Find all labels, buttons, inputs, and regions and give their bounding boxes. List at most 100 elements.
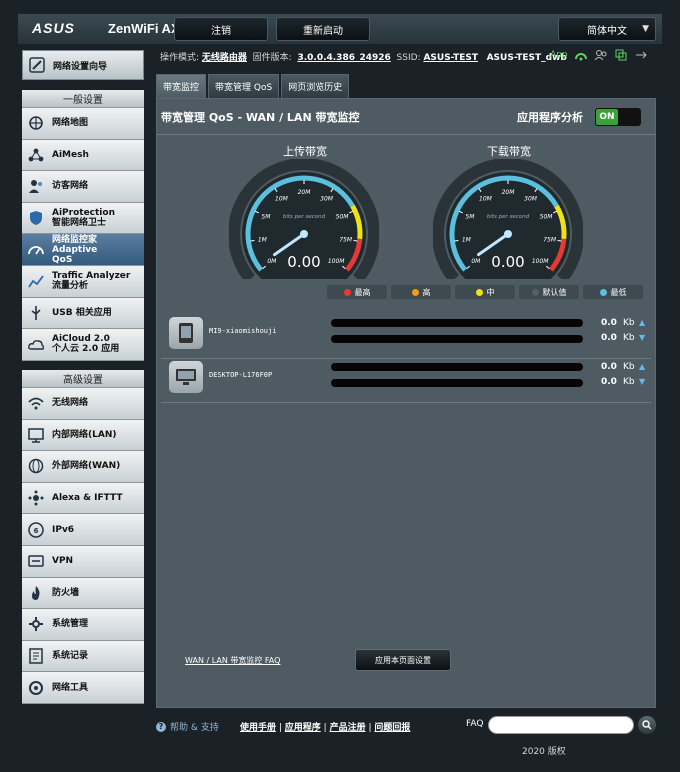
app-analysis-toggle[interactable]: ON: [595, 108, 641, 126]
download-rate: 0.0: [601, 333, 617, 343]
ssid-link-1[interactable]: ASUS-TEST: [423, 53, 478, 63]
upload-gauge-tick-label: 100M: [328, 258, 345, 265]
setup-wizard-item[interactable]: 网络设置向导: [22, 50, 144, 80]
manual-link[interactable]: 使用手册: [240, 723, 276, 733]
page-title: 带宽管理 QoS - WAN / LAN 带宽监控: [161, 111, 360, 124]
lan-icon: [26, 425, 46, 445]
advanced-item-label: 内部网络(LAN): [52, 429, 117, 440]
legend-label: 最低: [610, 287, 627, 297]
general-item-label: 网络监控家 Adaptive QoS: [52, 234, 98, 265]
upload-gauge-tick-mark: [250, 240, 255, 242]
advanced-item-7[interactable]: 系统管理: [22, 609, 144, 641]
mode-link[interactable]: 无线路由器: [202, 53, 247, 63]
upload-gauge: 0M 1M 5M 10M 20M 30M 50M 75M 100M bits per second…: [229, 159, 379, 279]
advanced-item-6[interactable]: 防火墙: [22, 577, 144, 610]
upload-unit: Kb: [623, 362, 635, 372]
advanced-item-8[interactable]: 系统记录: [22, 640, 144, 673]
ssid-label: SSID:: [396, 53, 421, 63]
shield-icon: [26, 208, 46, 228]
upload-gauge-tick-label: 1M: [258, 236, 268, 243]
upload-gauge-tick-label: 0M: [267, 258, 277, 265]
reboot-button[interactable]: 重新启动: [276, 17, 370, 41]
general-item-label: Traffic Analyzer 流量分析: [52, 271, 131, 292]
general-item-6[interactable]: USB 相关应用: [22, 297, 144, 330]
general-item-1[interactable]: AiMesh: [22, 139, 144, 172]
app-link-footer[interactable]: 应用程序: [285, 723, 321, 733]
general-settings-group: 一般设置 网络地图 AiMesh 访客网络 AiProtection 智能网络卫士 网络监…: [22, 90, 144, 361]
advanced-item-2[interactable]: 外部网络(WAN): [22, 451, 144, 483]
toggle-on-label: ON: [596, 109, 618, 125]
firmware-link[interactable]: 3.0.0.4.386_24926: [297, 53, 390, 63]
client-name: MI9-xiaomishouji: [209, 327, 277, 335]
general-item-5[interactable]: Traffic Analyzer 流量分析: [22, 265, 144, 298]
download-gauge-tick-mark: [557, 240, 562, 242]
register-link[interactable]: 产品注册: [330, 723, 366, 733]
download-gauge-tick-label: 1M: [462, 236, 472, 243]
general-item-0[interactable]: 网络地图: [22, 108, 144, 140]
legend-dot: [475, 288, 483, 296]
firewall-icon: [26, 583, 46, 603]
upload-gauge-tick-label: 50M: [336, 213, 350, 220]
monitor-icon[interactable]: [169, 361, 203, 393]
general-item-4[interactable]: 网络监控家 Adaptive QoS: [22, 234, 144, 266]
asus-logo: ASUS: [32, 20, 75, 36]
download-unit: Kb: [623, 377, 635, 387]
phone-icon[interactable]: [169, 317, 203, 349]
upload-gauge-tick-label: 20M: [298, 189, 312, 196]
legend-item-3: 默认值: [519, 285, 579, 299]
tab-bandwidth-monitor[interactable]: 带宽监控: [156, 74, 207, 98]
download-label: 下载带宽: [487, 145, 531, 158]
copy-icon[interactable]: [614, 49, 628, 61]
download-gauge-tick-label: 100M: [532, 258, 549, 265]
advanced-item-label: 无线网络: [52, 398, 89, 409]
download-bar: [331, 379, 583, 387]
speedometer-icon: [26, 240, 46, 260]
tab-web-history[interactable]: 网页浏览历史: [281, 74, 350, 98]
general-item-2[interactable]: 访客网络: [22, 171, 144, 203]
download-bar: [331, 335, 583, 343]
search-button[interactable]: [638, 716, 656, 734]
usb-status-icon[interactable]: [634, 49, 648, 61]
legend-label: 高: [422, 287, 431, 297]
network-map-icon: [26, 113, 46, 133]
advanced-item-label: 网络工具: [52, 682, 89, 693]
app-link[interactable]: App: [550, 50, 568, 60]
wizard-icon: [27, 55, 47, 75]
apply-button[interactable]: 应用本页面设置: [355, 649, 451, 671]
advanced-item-5[interactable]: VPN: [22, 545, 144, 578]
general-item-label: USB 相关应用: [52, 307, 112, 318]
footer-links: 使用手册 | 应用程序 | 产品注册 | 问题回报: [240, 723, 411, 733]
vpn-icon: [26, 551, 46, 571]
faq-link[interactable]: WAN / LAN 带宽监控 FAQ: [185, 655, 280, 666]
logout-button[interactable]: 注销: [174, 17, 268, 41]
general-item-label: 网络地图: [52, 118, 89, 129]
general-item-label: AiMesh: [52, 149, 89, 160]
internet-status-icon[interactable]: [574, 49, 588, 61]
download-rate: 0.0: [601, 377, 617, 387]
download-gauge-tick-label: 10M: [479, 196, 493, 203]
advanced-item-4[interactable]: 6 IPv6: [22, 514, 144, 546]
legend-item-2: 中: [455, 285, 515, 299]
general-item-7[interactable]: AiCloud 2.0 个人云 2.0 应用: [22, 329, 144, 361]
faq-search-input[interactable]: [488, 716, 634, 734]
general-item-label: AiCloud 2.0 个人云 2.0 应用: [52, 334, 120, 355]
advanced-item-1[interactable]: 内部网络(LAN): [22, 419, 144, 452]
usb-icon: [26, 303, 46, 323]
top-bar: ASUS ZenWiFi AX 注销 重新启动 简体中文 ▼: [18, 14, 662, 44]
admin-icon: [26, 614, 46, 634]
clients-icon[interactable]: [594, 49, 608, 61]
download-gauge-unit: bits per second: [487, 214, 530, 220]
general-item-3[interactable]: AiProtection 智能网络卫士: [22, 202, 144, 235]
upload-bar: [331, 319, 583, 327]
tab-qos[interactable]: 带宽管理 QoS: [208, 74, 280, 98]
advanced-item-3[interactable]: Alexa & IFTTT: [22, 482, 144, 515]
feedback-link[interactable]: 问题回报: [374, 723, 410, 733]
upload-arrow-icon: ▲: [639, 318, 646, 327]
globe-icon: [26, 456, 46, 476]
advanced-item-0[interactable]: 无线网络: [22, 388, 144, 420]
log-icon: [26, 646, 46, 666]
alexa-icon: [26, 488, 46, 508]
advanced-item-9[interactable]: 网络工具: [22, 672, 144, 704]
language-select[interactable]: 简体中文 ▼: [558, 17, 656, 41]
help-support[interactable]: ? 帮助 & 支持: [156, 720, 219, 733]
